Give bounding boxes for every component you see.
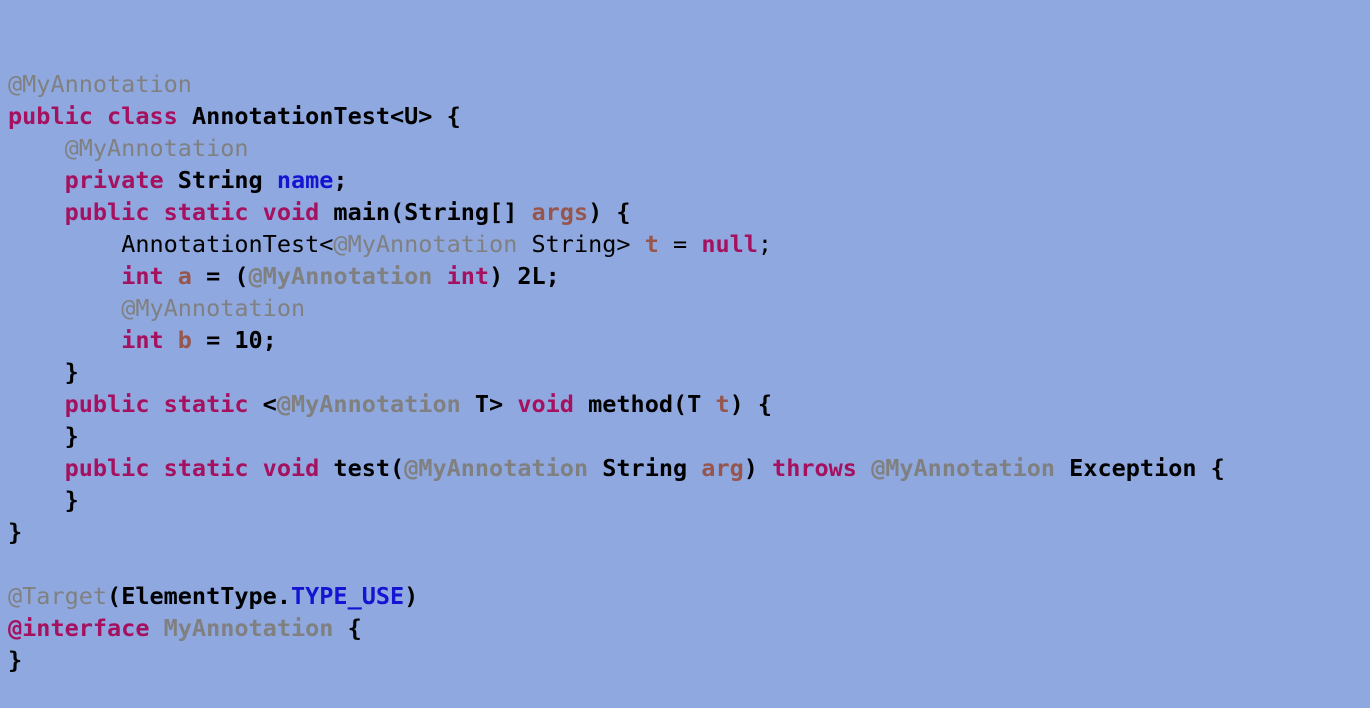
code-line[interactable]: }	[8, 484, 1370, 516]
code-token: @MyAnnotation	[121, 294, 306, 322]
code-token: public static	[64, 390, 263, 418]
code-token: =	[191, 326, 235, 354]
code-token: args	[531, 198, 589, 226]
code-token: = (	[191, 262, 249, 290]
code-token: b	[177, 326, 192, 354]
code-block[interactable]: @MyAnnotation public class AnnotationTest…	[8, 68, 1370, 676]
code-line[interactable]: public class AnnotationTest<U> {	[8, 100, 1370, 132]
code-token: name	[276, 166, 334, 194]
code-line[interactable]: public static void test(@MyAnnotation St…	[8, 452, 1370, 484]
code-token: ;	[757, 230, 773, 258]
code-token: void	[517, 390, 589, 418]
code-token: throws	[772, 454, 872, 482]
code-line[interactable]: int b = 10;	[8, 324, 1370, 356]
code-token: a	[177, 262, 192, 290]
code-token: }	[64, 486, 79, 514]
code-line[interactable]: }	[8, 644, 1370, 676]
code-token: String>	[517, 230, 645, 258]
code-token: =	[658, 230, 702, 258]
code-token: method(T	[588, 390, 716, 418]
code-line[interactable]: AnnotationTest<@MyAnnotation String> t =…	[8, 228, 1370, 260]
code-token: 10;	[234, 326, 277, 354]
code-token: arg	[701, 454, 744, 482]
code-token: (ElementType.	[107, 582, 291, 610]
code-line[interactable]: public static <@MyAnnotation T> void met…	[8, 388, 1370, 420]
code-token: t	[644, 230, 659, 258]
code-token: TYPE_USE	[290, 582, 405, 610]
code-token: ) {	[729, 390, 773, 418]
code-token: MyAnnotation	[163, 614, 334, 642]
code-token: }	[8, 518, 23, 546]
code-token: @Target	[8, 582, 108, 610]
code-line[interactable]: @interface MyAnnotation {	[8, 612, 1370, 644]
code-token: public static void	[64, 454, 334, 482]
code-token: {	[333, 614, 362, 642]
code-token: }	[64, 422, 79, 450]
code-line[interactable]	[8, 548, 1370, 580]
code-token: @MyAnnotation	[333, 230, 518, 258]
code-token: @MyAnnotation	[404, 454, 589, 482]
code-token: @MyAnnotation	[64, 134, 249, 162]
code-token: @MyAnnotation	[8, 70, 192, 98]
code-token: public static void	[64, 198, 334, 226]
code-token: null	[701, 230, 758, 258]
code-token: private	[64, 166, 178, 194]
code-token: t	[715, 390, 730, 418]
code-editor-surface[interactable]: @MyAnnotation public class AnnotationTest…	[0, 0, 1370, 679]
code-token: AnnotationTest<U> {	[191, 102, 461, 130]
code-token: ;	[333, 166, 348, 194]
code-token: main(String[]	[333, 198, 532, 226]
code-token: }	[8, 646, 23, 674]
code-line[interactable]: private String name;	[8, 164, 1370, 196]
code-token: int	[121, 262, 178, 290]
code-token: int	[121, 326, 178, 354]
code-token: ) {	[588, 198, 631, 226]
code-line[interactable]: @MyAnnotation	[8, 132, 1370, 164]
code-token: )	[404, 582, 419, 610]
code-token: int	[446, 262, 490, 290]
code-line[interactable]: int a = (@MyAnnotation int) 2L;	[8, 260, 1370, 292]
code-line[interactable]: @MyAnnotation	[8, 292, 1370, 324]
code-token: }	[64, 358, 79, 386]
code-token: String	[588, 454, 702, 482]
code-line[interactable]: public static void main(String[] args) {	[8, 196, 1370, 228]
code-line[interactable]: }	[8, 420, 1370, 452]
code-token: )	[743, 454, 773, 482]
code-token: AnnotationTest<	[121, 230, 334, 258]
code-token: )	[489, 262, 518, 290]
code-line[interactable]: @Target(ElementType.TYPE_USE)	[8, 580, 1370, 612]
code-line[interactable]: @MyAnnotation	[8, 68, 1370, 100]
code-token: @MyAnnotation	[276, 390, 461, 418]
code-line[interactable]: }	[8, 516, 1370, 548]
code-token: 2L;	[517, 262, 560, 290]
code-token: @interface	[8, 614, 164, 642]
code-line[interactable]: }	[8, 356, 1370, 388]
code-token: @MyAnnotation	[871, 454, 1056, 482]
code-token: T>	[460, 390, 518, 418]
code-token: @MyAnnotation	[248, 262, 433, 290]
code-token: <	[262, 390, 277, 418]
code-token: public class	[8, 102, 192, 130]
code-token: String	[177, 166, 277, 194]
code-token: Exception {	[1055, 454, 1225, 482]
code-token: test(	[333, 454, 405, 482]
